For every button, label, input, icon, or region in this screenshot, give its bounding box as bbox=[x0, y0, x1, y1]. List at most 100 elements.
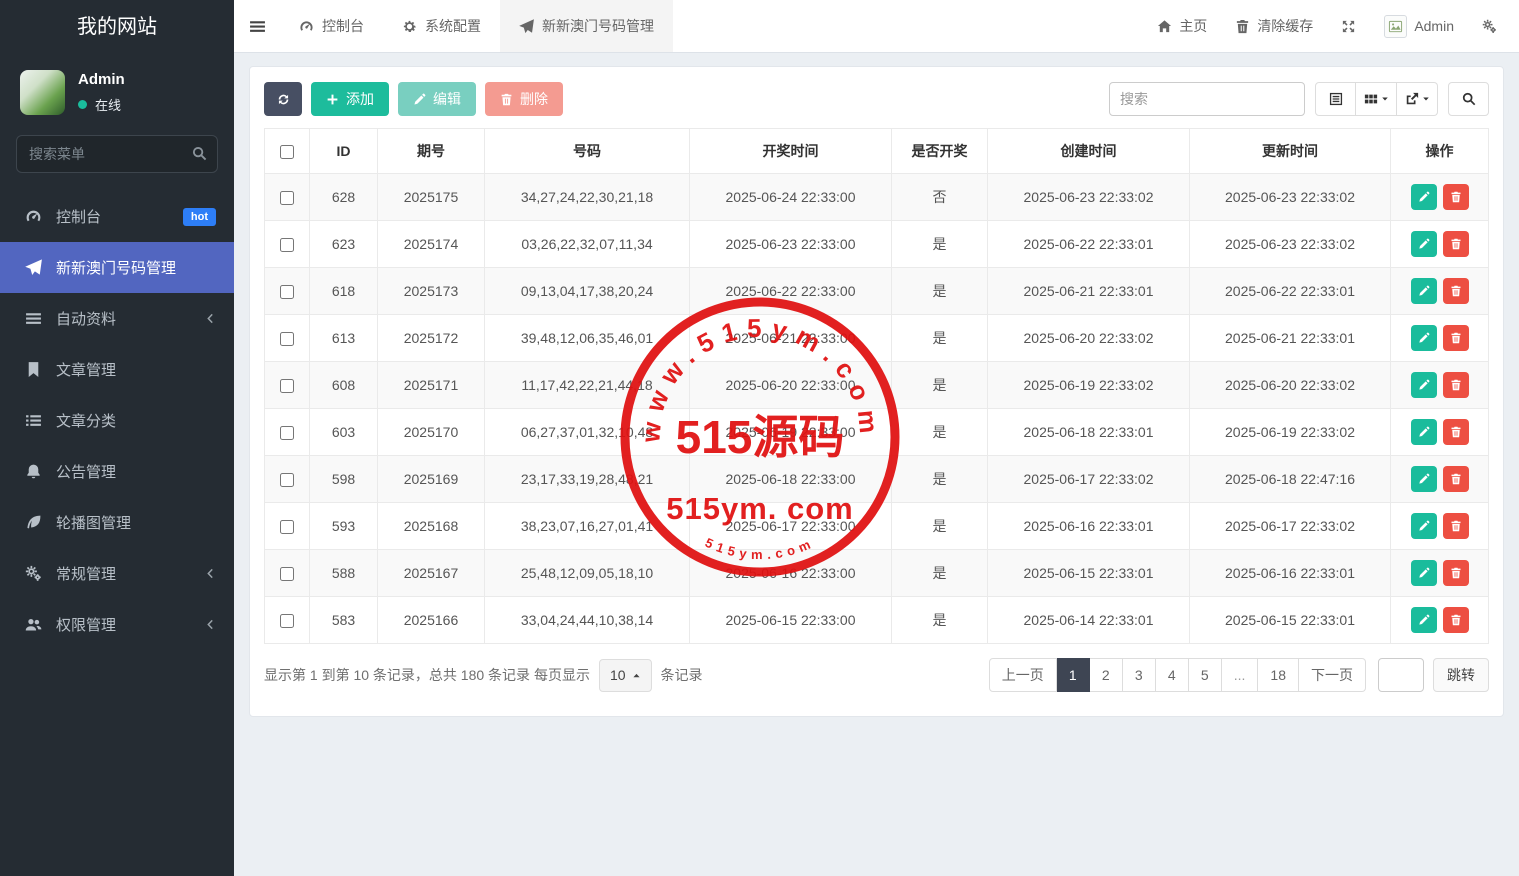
nav-tab-3[interactable]: 新新澳门号码管理 bbox=[500, 0, 673, 52]
row-checkbox[interactable] bbox=[280, 426, 294, 440]
row-delete-button[interactable] bbox=[1443, 466, 1469, 492]
cell-drawn-status: 是 bbox=[892, 315, 988, 362]
home-icon bbox=[1157, 19, 1172, 34]
sidebar-toggle-button[interactable] bbox=[234, 0, 280, 52]
row-delete-button[interactable] bbox=[1443, 372, 1469, 398]
sidebar-item-label: 新新澳门号码管理 bbox=[56, 257, 216, 278]
cell-issue: 2025166 bbox=[378, 597, 485, 644]
add-button[interactable]: 添加 bbox=[311, 82, 389, 116]
trash-icon bbox=[1450, 567, 1462, 579]
nav-tab-1[interactable]: 控制台 bbox=[280, 0, 383, 52]
row-checkbox[interactable] bbox=[280, 332, 294, 346]
sidebar-item-article-manage[interactable]: 文章管理 bbox=[0, 344, 234, 395]
row-delete-button[interactable] bbox=[1443, 184, 1469, 210]
settings-button[interactable] bbox=[1468, 0, 1511, 52]
row-edit-button[interactable] bbox=[1411, 466, 1437, 492]
row-delete-button[interactable] bbox=[1443, 278, 1469, 304]
cell-numbers: 09,13,04,17,38,20,24 bbox=[485, 268, 690, 315]
sidebar-menu: 控制台hot 新新澳门号码管理自动资料文章管理文章分类公告管理轮播图管理常规管理权… bbox=[0, 191, 234, 650]
sidebar-item-article-category[interactable]: 文章分类 bbox=[0, 395, 234, 446]
row-edit-button[interactable] bbox=[1411, 325, 1437, 351]
row-edit-button[interactable] bbox=[1411, 231, 1437, 257]
jump-page-input[interactable] bbox=[1378, 658, 1424, 692]
sidebar-item-banner-manage[interactable]: 轮播图管理 bbox=[0, 497, 234, 548]
cell-id: 623 bbox=[310, 221, 378, 268]
row-checkbox[interactable] bbox=[280, 379, 294, 393]
sidebar-item-permission-manage[interactable]: 权限管理 bbox=[0, 599, 234, 650]
cell-issue: 2025173 bbox=[378, 268, 485, 315]
sidebar-item-dashboard[interactable]: 控制台hot bbox=[0, 191, 234, 242]
sidebar-item-label: 文章分类 bbox=[56, 410, 216, 431]
edit-button[interactable]: 编辑 bbox=[398, 82, 476, 116]
row-checkbox[interactable] bbox=[280, 191, 294, 205]
row-edit-button[interactable] bbox=[1411, 278, 1437, 304]
columns-button[interactable] bbox=[1356, 82, 1397, 116]
table-search-input[interactable] bbox=[1109, 82, 1305, 116]
row-edit-button[interactable] bbox=[1411, 560, 1437, 586]
cell-draw-time: 2025-06-21 22:33:00 bbox=[690, 315, 892, 362]
home-link[interactable]: 主页 bbox=[1143, 0, 1221, 52]
export-button[interactable] bbox=[1397, 82, 1438, 116]
row-edit-button[interactable] bbox=[1411, 419, 1437, 445]
menu-search-input[interactable] bbox=[16, 135, 218, 173]
detail-view-button[interactable] bbox=[1315, 82, 1356, 116]
clear-cache-label: 清除缓存 bbox=[1257, 16, 1313, 36]
caret-down-icon bbox=[1422, 95, 1430, 103]
search-submit-button[interactable] bbox=[1448, 82, 1489, 116]
cell-select bbox=[265, 268, 310, 315]
trash-icon bbox=[1450, 473, 1462, 485]
cell-draw-time: 2025-06-22 22:33:00 bbox=[690, 268, 892, 315]
navbar-user-name: Admin bbox=[1414, 18, 1454, 34]
row-edit-button[interactable] bbox=[1411, 607, 1437, 633]
jump-button[interactable]: 跳转 bbox=[1433, 658, 1489, 692]
cell-issue: 2025170 bbox=[378, 409, 485, 456]
fullscreen-button[interactable] bbox=[1327, 0, 1370, 52]
row-checkbox[interactable] bbox=[280, 614, 294, 628]
page-button-1[interactable]: 1 bbox=[1057, 658, 1090, 692]
sidebar-item-general-manage[interactable]: 常规管理 bbox=[0, 548, 234, 599]
nav-tab-2[interactable]: 系统配置 bbox=[383, 0, 500, 52]
page-button-4[interactable]: 4 bbox=[1156, 658, 1189, 692]
cell-draw-time: 2025-06-23 22:33:00 bbox=[690, 221, 892, 268]
page-button-18[interactable]: 18 bbox=[1258, 658, 1299, 692]
navbar-right: 主页 清除缓存 Admin bbox=[1143, 0, 1519, 52]
page-button-2[interactable]: 2 bbox=[1090, 658, 1123, 692]
row-delete-button[interactable] bbox=[1443, 560, 1469, 586]
pencil-icon bbox=[1418, 426, 1430, 438]
clear-cache-link[interactable]: 清除缓存 bbox=[1221, 0, 1327, 52]
page-button-5[interactable]: 5 bbox=[1189, 658, 1222, 692]
sidebar-item-auto-data[interactable]: 自动资料 bbox=[0, 293, 234, 344]
row-checkbox[interactable] bbox=[280, 520, 294, 534]
page-prev-button[interactable]: 上一页 bbox=[989, 658, 1057, 692]
page-next-button[interactable]: 下一页 bbox=[1299, 658, 1366, 692]
row-checkbox[interactable] bbox=[280, 238, 294, 252]
detail-view-icon bbox=[1329, 92, 1343, 106]
pencil-icon bbox=[1418, 285, 1430, 297]
cell-created-time: 2025-06-18 22:33:01 bbox=[988, 409, 1190, 456]
row-checkbox[interactable] bbox=[280, 473, 294, 487]
gears-icon bbox=[1482, 19, 1497, 34]
cell-created-time: 2025-06-20 22:33:02 bbox=[988, 315, 1190, 362]
user-status-label: 在线 bbox=[95, 95, 121, 114]
row-edit-button[interactable] bbox=[1411, 184, 1437, 210]
select-all-checkbox[interactable] bbox=[280, 145, 294, 159]
row-delete-button[interactable] bbox=[1443, 513, 1469, 539]
delete-button[interactable]: 删除 bbox=[485, 82, 563, 116]
sidebar-item-macau-number[interactable]: 新新澳门号码管理 bbox=[0, 242, 234, 293]
user-menu[interactable]: Admin bbox=[1370, 0, 1468, 52]
row-delete-button[interactable] bbox=[1443, 325, 1469, 351]
cell-select bbox=[265, 315, 310, 362]
user-avatar[interactable] bbox=[20, 70, 65, 115]
row-delete-button[interactable] bbox=[1443, 607, 1469, 633]
row-checkbox[interactable] bbox=[280, 285, 294, 299]
refresh-button[interactable] bbox=[264, 82, 302, 116]
sidebar-item-notice-manage[interactable]: 公告管理 bbox=[0, 446, 234, 497]
page-size-dropdown[interactable]: 10 bbox=[599, 659, 652, 692]
row-delete-button[interactable] bbox=[1443, 231, 1469, 257]
search-icon[interactable] bbox=[192, 146, 207, 161]
page-button-3[interactable]: 3 bbox=[1123, 658, 1156, 692]
row-delete-button[interactable] bbox=[1443, 419, 1469, 445]
row-edit-button[interactable] bbox=[1411, 513, 1437, 539]
row-checkbox[interactable] bbox=[280, 567, 294, 581]
row-edit-button[interactable] bbox=[1411, 372, 1437, 398]
